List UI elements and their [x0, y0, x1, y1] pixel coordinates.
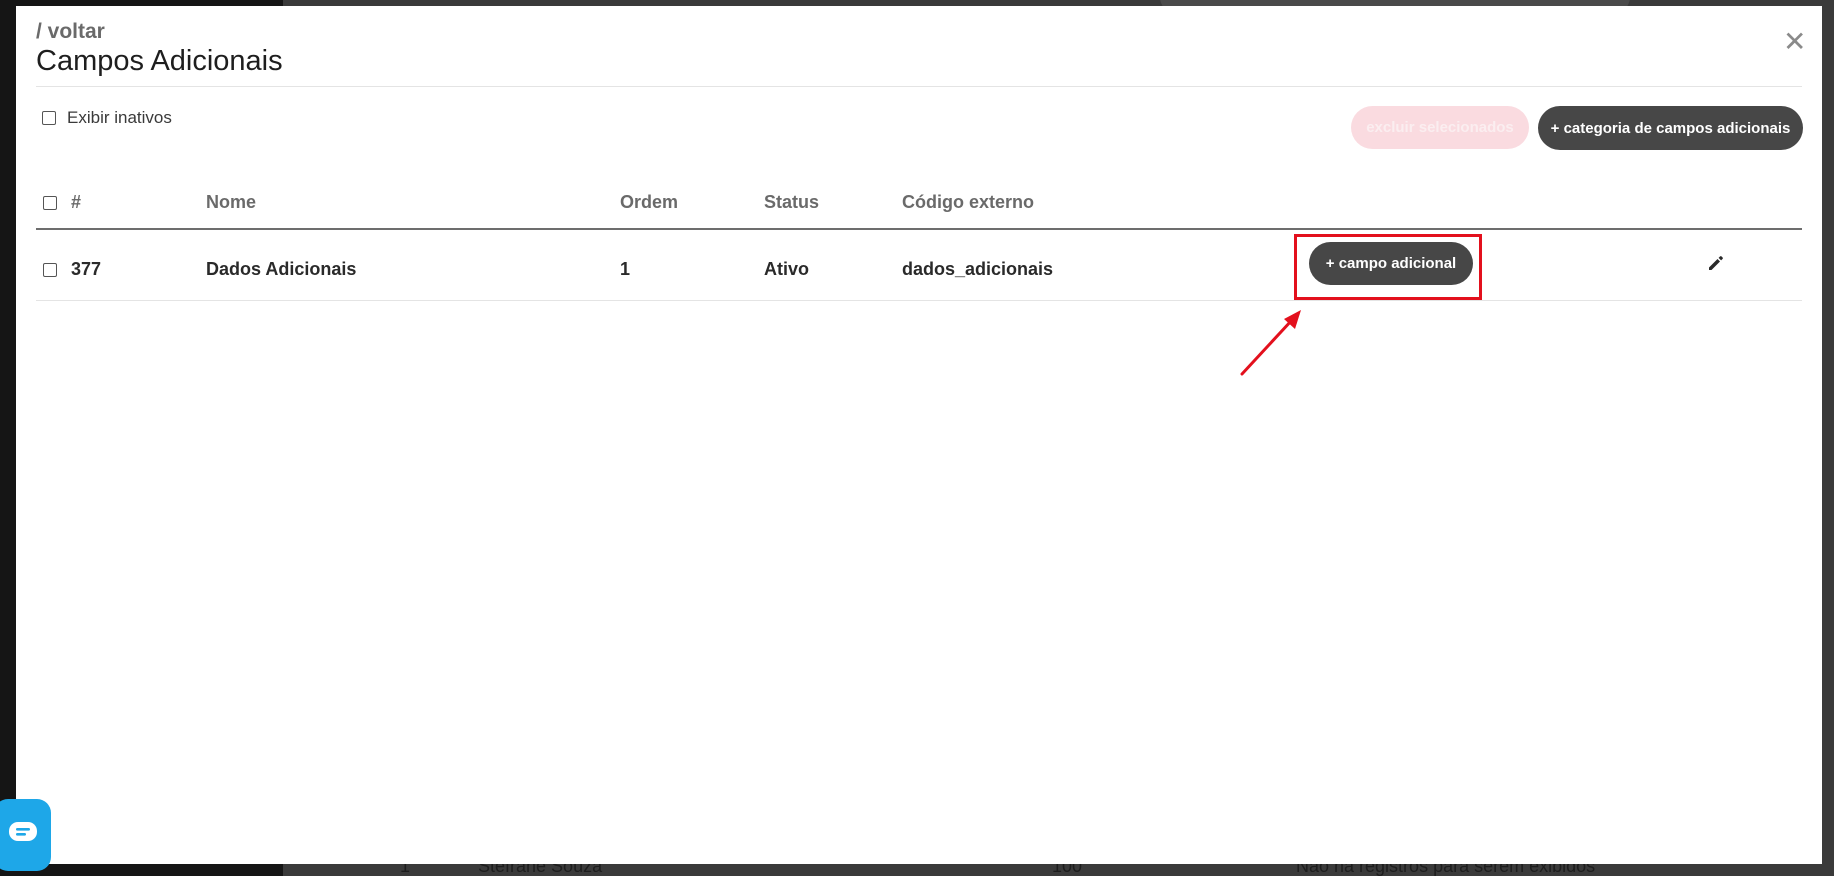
- close-icon[interactable]: ✕: [1783, 28, 1806, 56]
- row-id: 377: [71, 259, 102, 279]
- row-external-code: dados_adicionais: [902, 259, 1054, 279]
- row-order: 1: [620, 259, 631, 279]
- back-link[interactable]: / voltar: [36, 20, 105, 44]
- row-select-checkbox[interactable]: [43, 263, 57, 277]
- add-category-button[interactable]: + categoria de campos adicionais: [1538, 106, 1803, 150]
- modal-title: Campos Adicionais: [36, 45, 283, 77]
- show-inactive-label: Exibir inativos: [67, 108, 172, 127]
- delete-selected-button[interactable]: excluir selecionados: [1351, 106, 1529, 149]
- header-divider: [36, 86, 1802, 87]
- table-header-rule: [36, 228, 1802, 230]
- column-header-id: #: [71, 192, 82, 212]
- highlight-box: [1294, 234, 1482, 300]
- row-status: Ativo: [764, 259, 809, 279]
- show-inactive-checkbox[interactable]: [42, 111, 56, 125]
- show-inactive-toggle[interactable]: Exibir inativos: [42, 108, 172, 128]
- column-header-name: Nome: [206, 192, 257, 212]
- chat-widget-button[interactable]: [0, 799, 51, 871]
- chat-icon: [8, 821, 38, 850]
- column-header-status: Status: [764, 192, 820, 212]
- column-header-order: Ordem: [620, 192, 679, 212]
- pencil-icon[interactable]: [1706, 253, 1726, 278]
- table-row-rule: [36, 300, 1802, 301]
- row-name: Dados Adicionais: [206, 259, 357, 279]
- additional-fields-modal: / voltar Campos Adicionais ✕ Exibir inat…: [16, 6, 1822, 864]
- column-header-external-code: Código externo: [902, 192, 1035, 212]
- select-all-checkbox[interactable]: [43, 196, 57, 210]
- annotation-arrow: [1240, 310, 1301, 376]
